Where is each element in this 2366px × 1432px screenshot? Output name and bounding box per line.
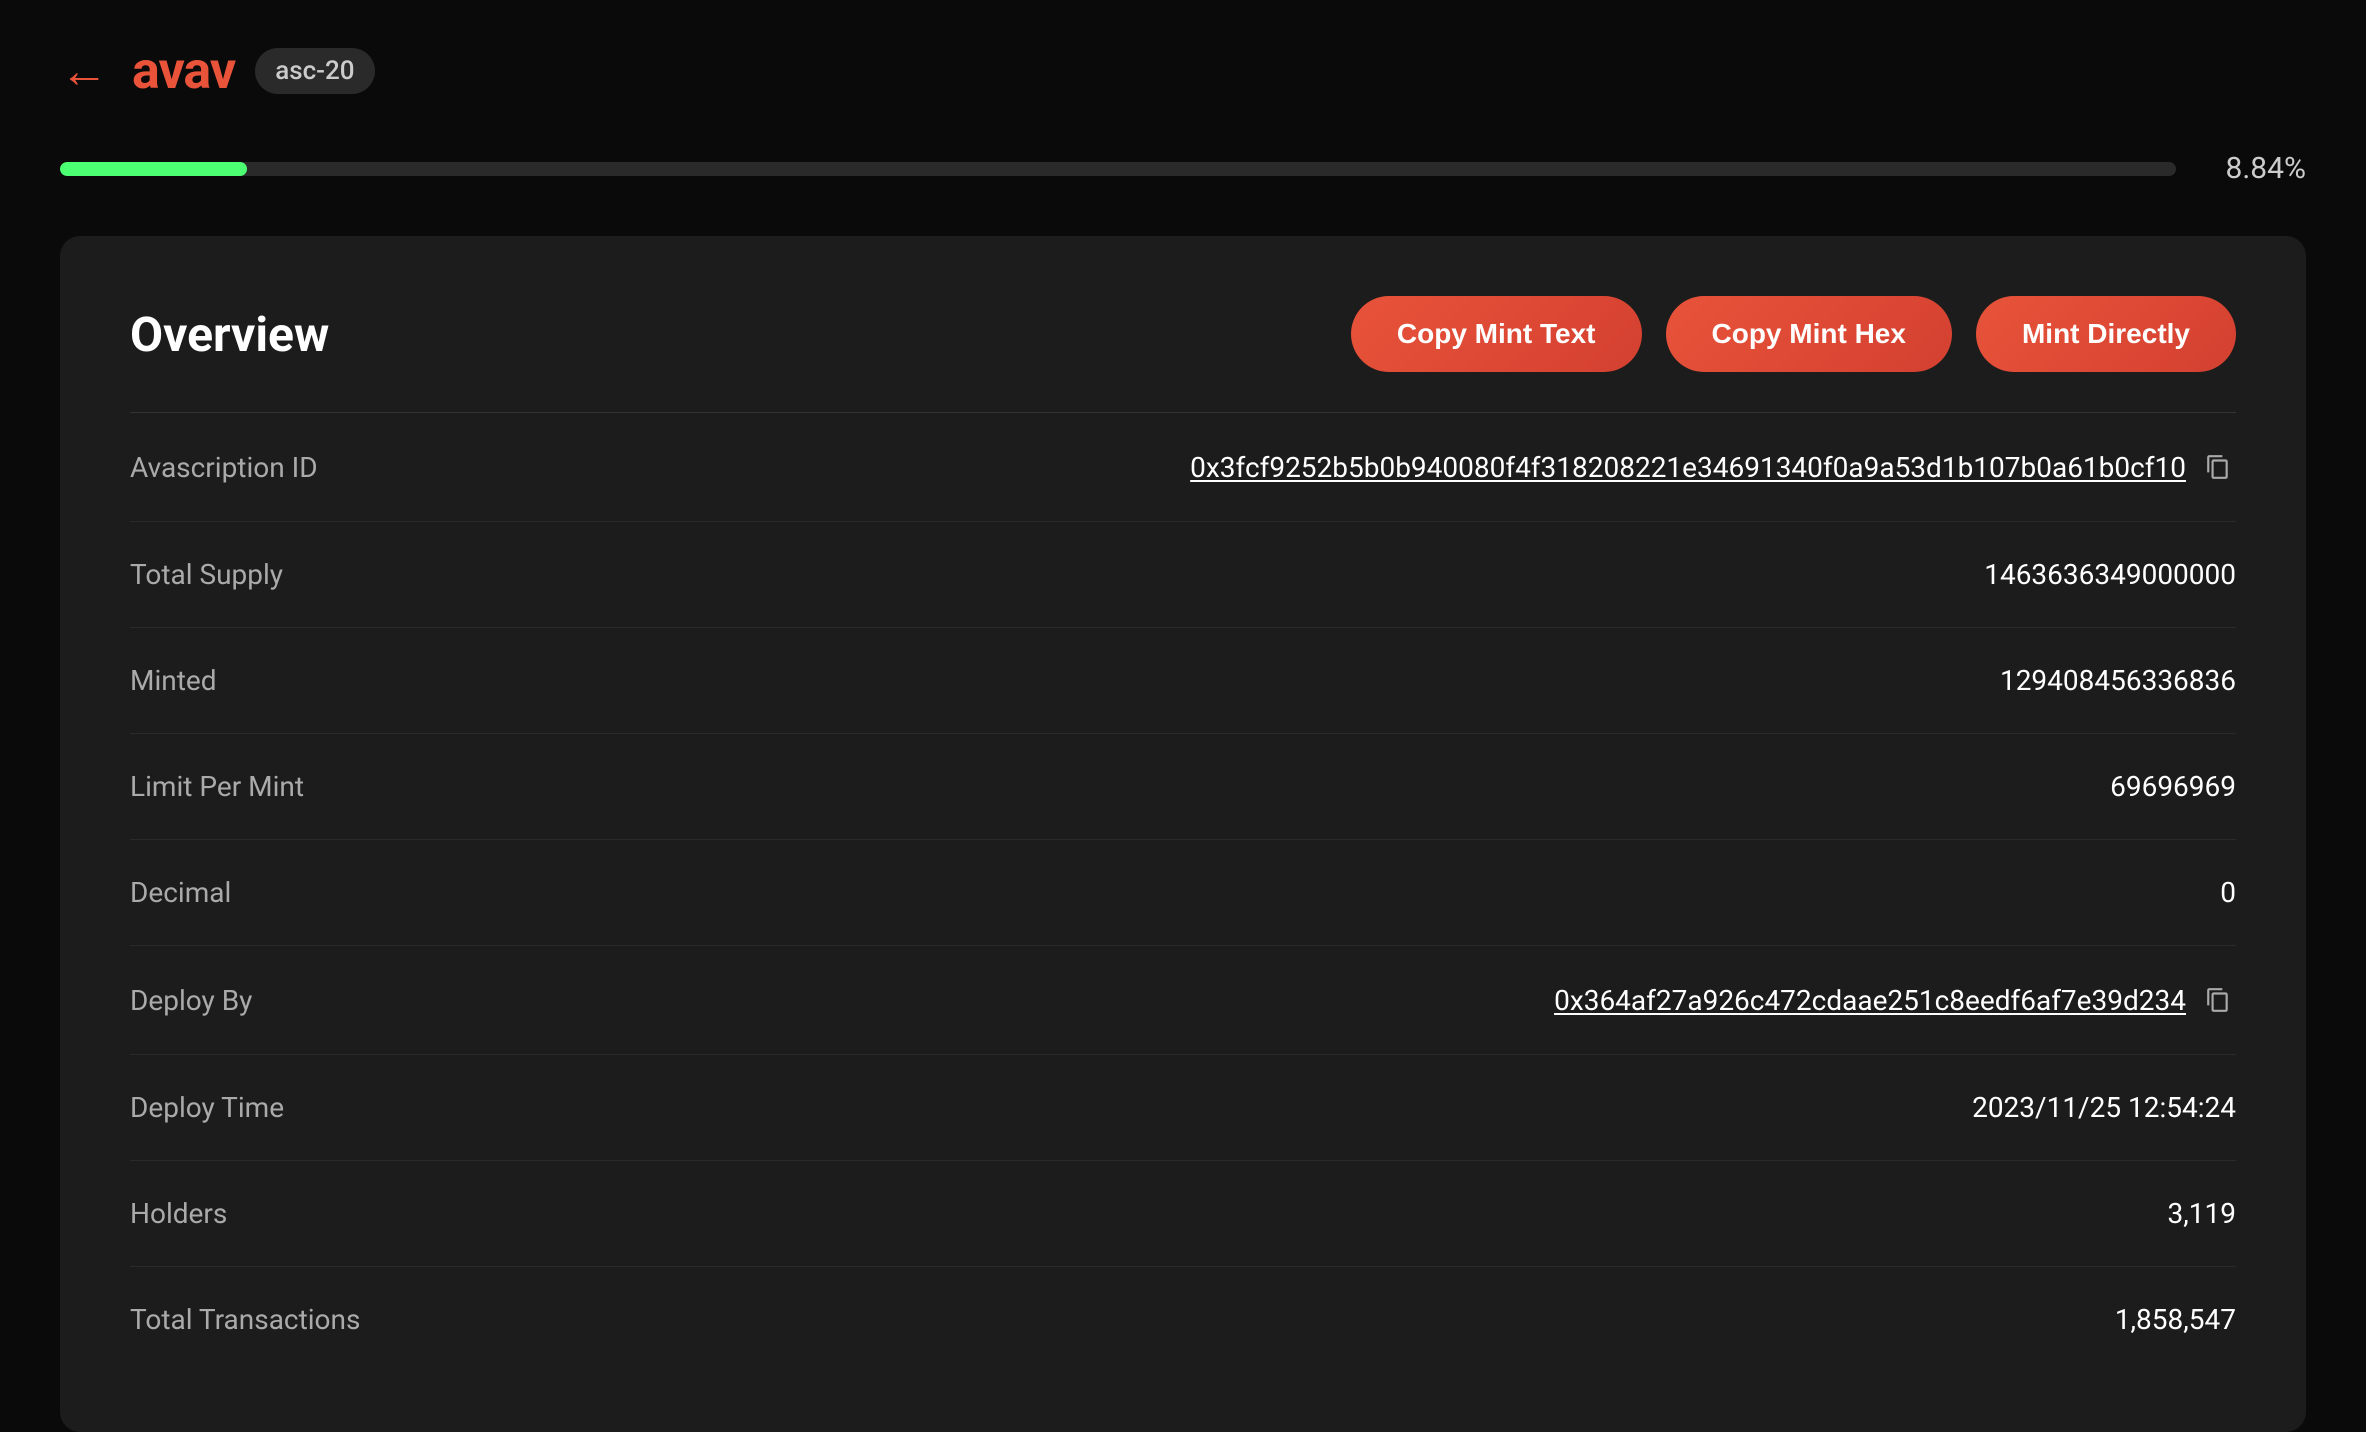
- decimal-value: 0: [2220, 876, 2236, 909]
- badge: asc-20: [255, 48, 374, 94]
- total-supply-row: Total Supply 1463636349000000: [130, 522, 2236, 628]
- minted-label: Minted: [130, 664, 217, 697]
- avascription-id-link[interactable]: 0x3fcf9252b5b0b940080f4f318208221e346913…: [1190, 451, 2186, 484]
- minted-value: 129408456336836: [2000, 664, 2236, 697]
- total-transactions-row: Total Transactions 1,858,547: [130, 1267, 2236, 1372]
- card-header: Overview Copy Mint Text Copy Mint Hex Mi…: [130, 296, 2236, 372]
- limit-per-mint-row: Limit Per Mint 69696969: [130, 734, 2236, 840]
- deploy-by-label: Deploy By: [130, 984, 252, 1017]
- holders-label: Holders: [130, 1197, 227, 1230]
- progress-section: 8.84%: [60, 151, 2306, 186]
- button-group: Copy Mint Text Copy Mint Hex Mint Direct…: [1351, 296, 2236, 372]
- deploy-time-value: 2023/11/25 12:54:24: [1972, 1091, 2236, 1124]
- avascription-id-value: 0x3fcf9252b5b0b940080f4f318208221e346913…: [1190, 449, 2236, 485]
- overview-card: Overview Copy Mint Text Copy Mint Hex Mi…: [60, 236, 2306, 1432]
- deploy-time-row: Deploy Time 2023/11/25 12:54:24: [130, 1055, 2236, 1161]
- progress-percent: 8.84%: [2206, 151, 2306, 186]
- avascription-id-label: Avascription ID: [130, 451, 318, 484]
- page-container: ← avav asc-20 8.84% Overview Copy Mint T…: [0, 0, 2366, 1312]
- progress-bar-container: [60, 162, 2176, 176]
- total-supply-label: Total Supply: [130, 558, 283, 591]
- copy-mint-text-button[interactable]: Copy Mint Text: [1351, 296, 1642, 372]
- total-supply-value: 1463636349000000: [1984, 558, 2236, 591]
- holders-row: Holders 3,119: [130, 1161, 2236, 1267]
- decimal-row: Decimal 0: [130, 840, 2236, 946]
- back-arrow-icon[interactable]: ←: [60, 47, 108, 95]
- deploy-by-value: 0x364af27a926c472cdaae251c8eedf6af7e39d2…: [1554, 982, 2236, 1018]
- copy-mint-hex-button[interactable]: Copy Mint Hex: [1666, 296, 1952, 372]
- avascription-id-copy-icon[interactable]: [2200, 449, 2236, 485]
- progress-bar-fill: [60, 162, 247, 176]
- decimal-label: Decimal: [130, 876, 231, 909]
- deploy-by-copy-icon[interactable]: [2200, 982, 2236, 1018]
- limit-per-mint-value: 69696969: [2110, 770, 2236, 803]
- deploy-by-row: Deploy By 0x364af27a926c472cdaae251c8eed…: [130, 946, 2236, 1055]
- total-transactions-label: Total Transactions: [130, 1303, 360, 1336]
- overview-title: Overview: [130, 306, 329, 363]
- deploy-time-label: Deploy Time: [130, 1091, 284, 1124]
- mint-directly-button[interactable]: Mint Directly: [1976, 296, 2236, 372]
- holders-value: 3,119: [2168, 1197, 2236, 1230]
- minted-row: Minted 129408456336836: [130, 628, 2236, 734]
- deploy-by-link[interactable]: 0x364af27a926c472cdaae251c8eedf6af7e39d2…: [1554, 984, 2186, 1017]
- total-transactions-value: 1,858,547: [2115, 1303, 2236, 1336]
- header: ← avav asc-20: [60, 40, 2306, 101]
- avascription-id-row: Avascription ID 0x3fcf9252b5b0b940080f4f…: [130, 413, 2236, 522]
- app-title: avav: [132, 40, 235, 101]
- limit-per-mint-label: Limit Per Mint: [130, 770, 304, 803]
